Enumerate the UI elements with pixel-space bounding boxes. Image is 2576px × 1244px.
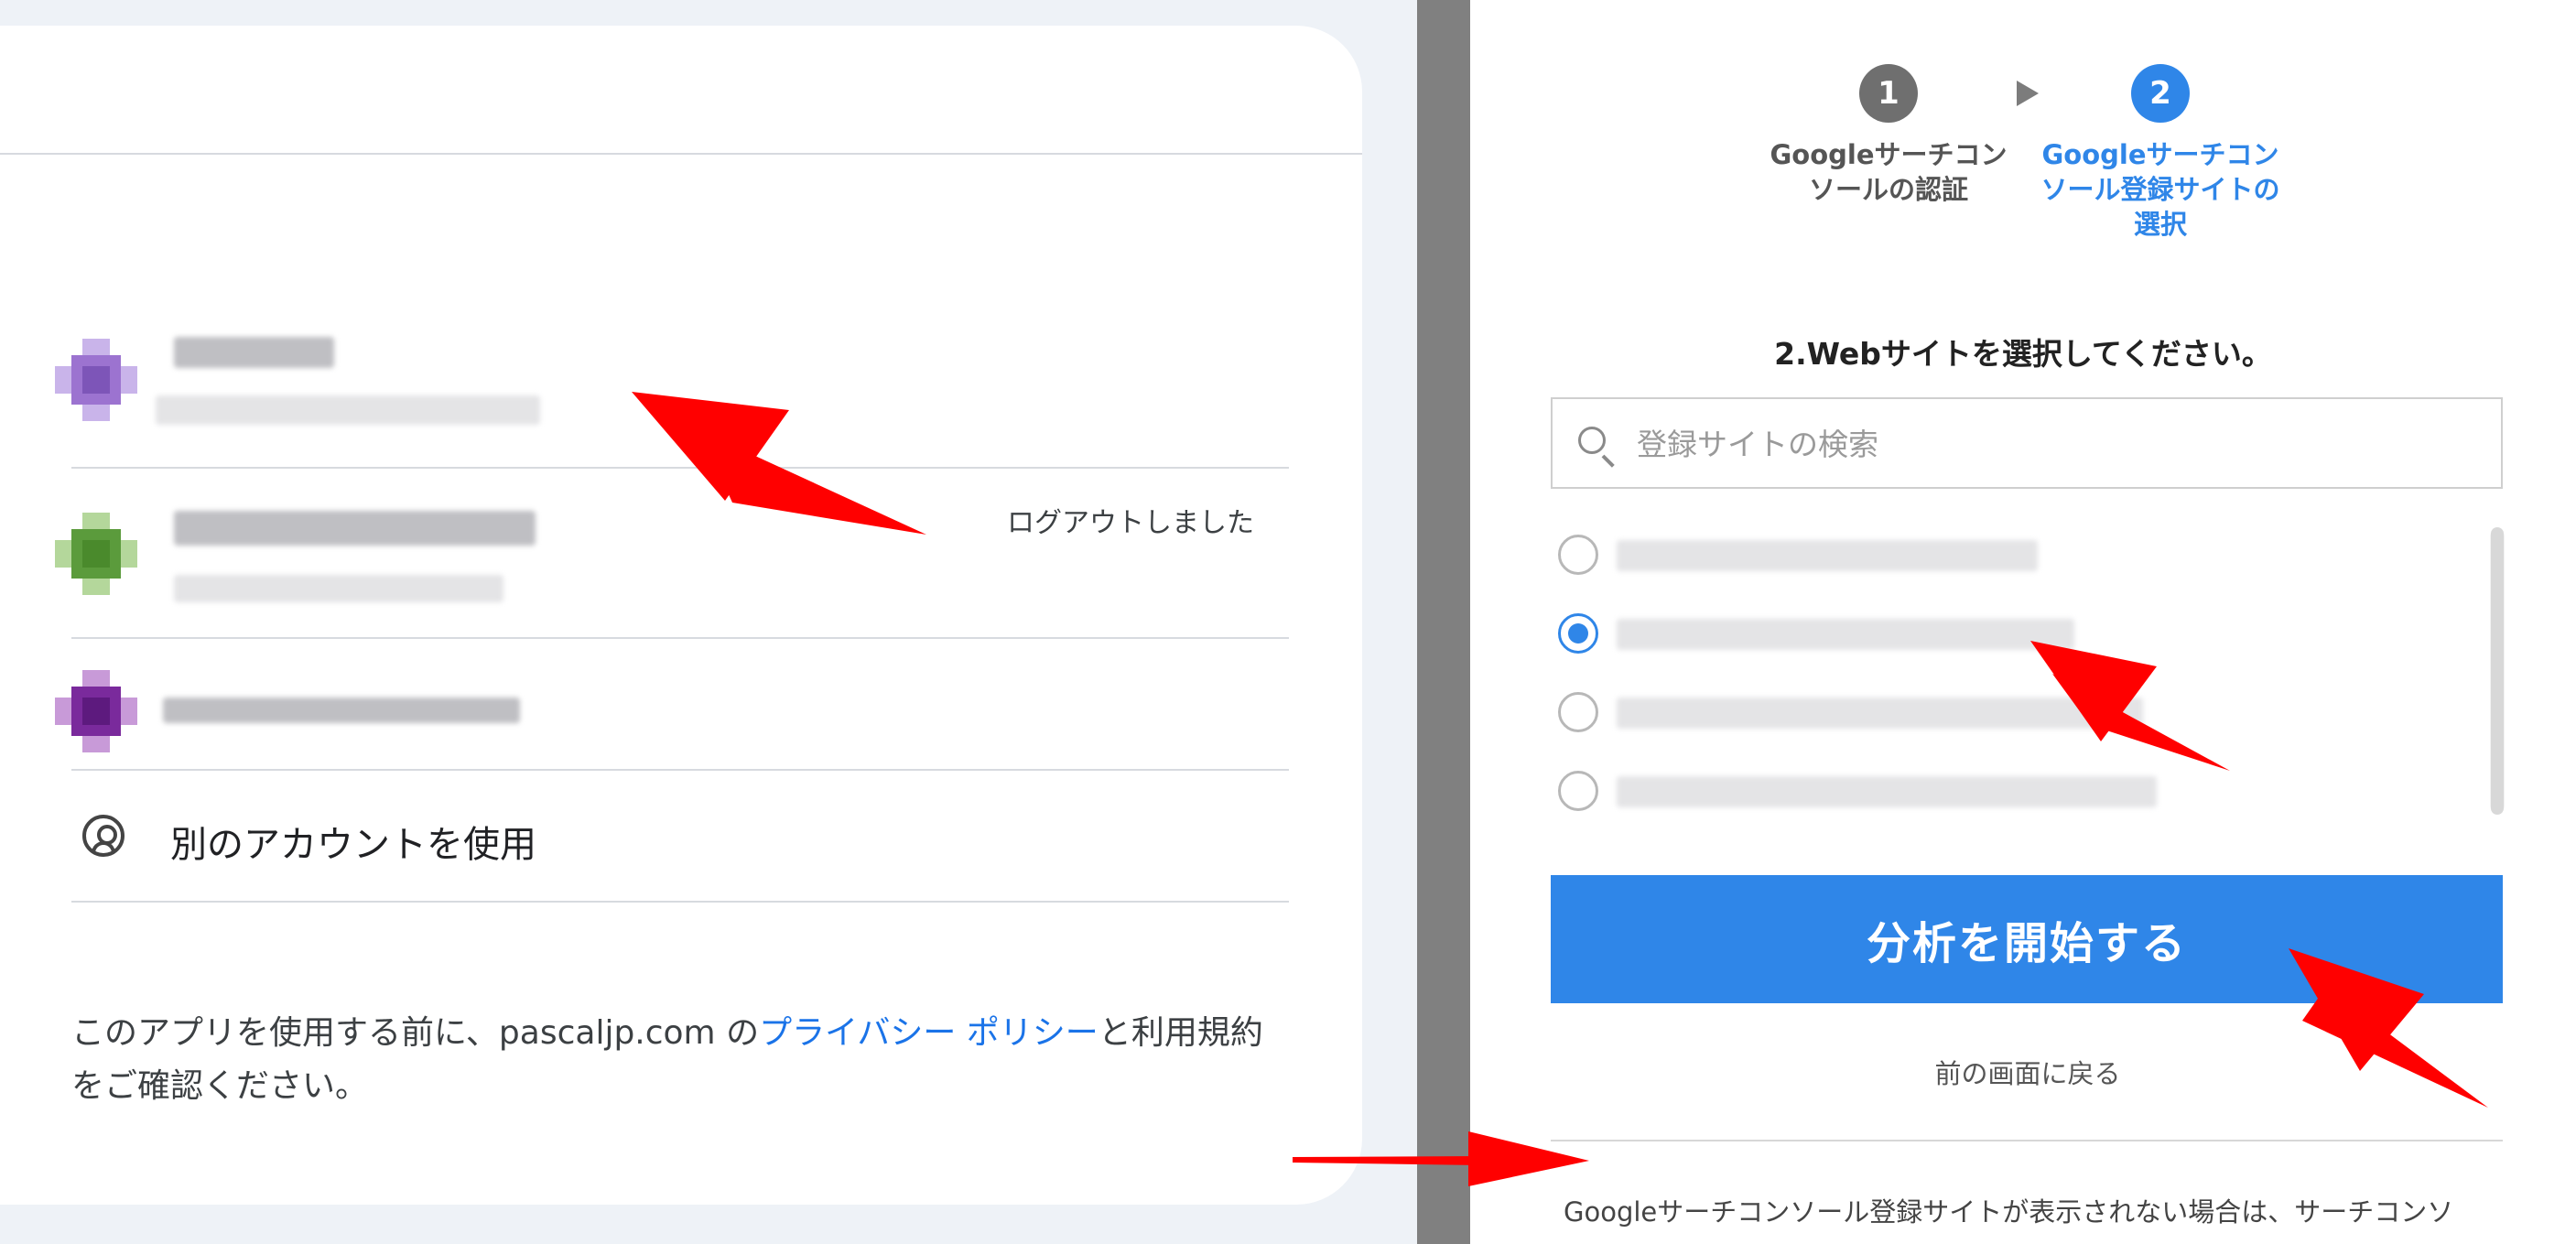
step-2-number: 2 (2131, 64, 2190, 123)
account-name-redacted (174, 511, 536, 546)
account-item-3[interactable] (55, 652, 696, 771)
consent-before-link: このアプリを使用する前に、pascaljp.com の (71, 1014, 760, 1052)
step-2-label: Googleサーチコンソール登録サイトの選択 (2040, 139, 2280, 240)
start-analysis-button[interactable]: 分析を開始する (1551, 875, 2503, 1003)
list-divider (71, 467, 1289, 469)
back-link[interactable]: 前の画面に戻る (1556, 1053, 2499, 1091)
logout-status: ログアウトしました (1007, 507, 1254, 539)
account-email-redacted (163, 698, 520, 723)
site-name-redacted (1617, 540, 2038, 571)
account-email-redacted (156, 395, 540, 425)
list-divider (71, 769, 1289, 771)
site-radio-2[interactable] (1558, 613, 1598, 654)
help-text: Googleサーチコンソール登録サイトが表示されない場合は、サーチコンソ (1564, 1196, 2454, 1228)
consent-text: このアプリを使用する前に、pascaljp.com のプライバシー ポリシーと利… (71, 1007, 1289, 1113)
site-name-redacted (1617, 776, 2157, 807)
section-heading: 2.Webサイトを選択してください。 (1774, 336, 2272, 372)
site-radio-1[interactable] (1558, 535, 1598, 575)
site-name-redacted (1617, 619, 2074, 650)
list-divider (71, 637, 1289, 639)
step-arrow-icon (2017, 81, 2039, 106)
account-item-1[interactable] (55, 330, 696, 458)
site-radio-3[interactable] (1558, 692, 1598, 732)
panel-divider (1551, 1140, 2503, 1141)
avatar (55, 513, 137, 595)
account-item-2[interactable] (55, 494, 696, 622)
step-1-number: 1 (1859, 64, 1918, 123)
account-name-redacted (174, 337, 334, 368)
top-divider (0, 153, 1362, 155)
site-list-scrollbar-thumb[interactable] (2491, 527, 2504, 815)
site-radio-4[interactable] (1558, 771, 1598, 811)
step-1-label: Googleサーチコンソールの認証 (1770, 139, 2008, 205)
list-divider (71, 901, 1289, 903)
avatar (55, 670, 137, 752)
screenshot-divider (1417, 0, 1470, 1244)
site-search-input[interactable] (1635, 419, 2462, 469)
site-name-redacted (1617, 698, 2143, 729)
account-email-redacted (174, 575, 503, 602)
privacy-policy-link[interactable]: プライバシー ポリシー (759, 1014, 1099, 1052)
account-circle-icon (82, 815, 124, 857)
use-another-account-label[interactable]: 別のアカウントを使用 (170, 815, 536, 868)
search-icon (1578, 427, 1606, 454)
avatar (55, 339, 137, 421)
site-search-box[interactable] (1551, 397, 2503, 489)
